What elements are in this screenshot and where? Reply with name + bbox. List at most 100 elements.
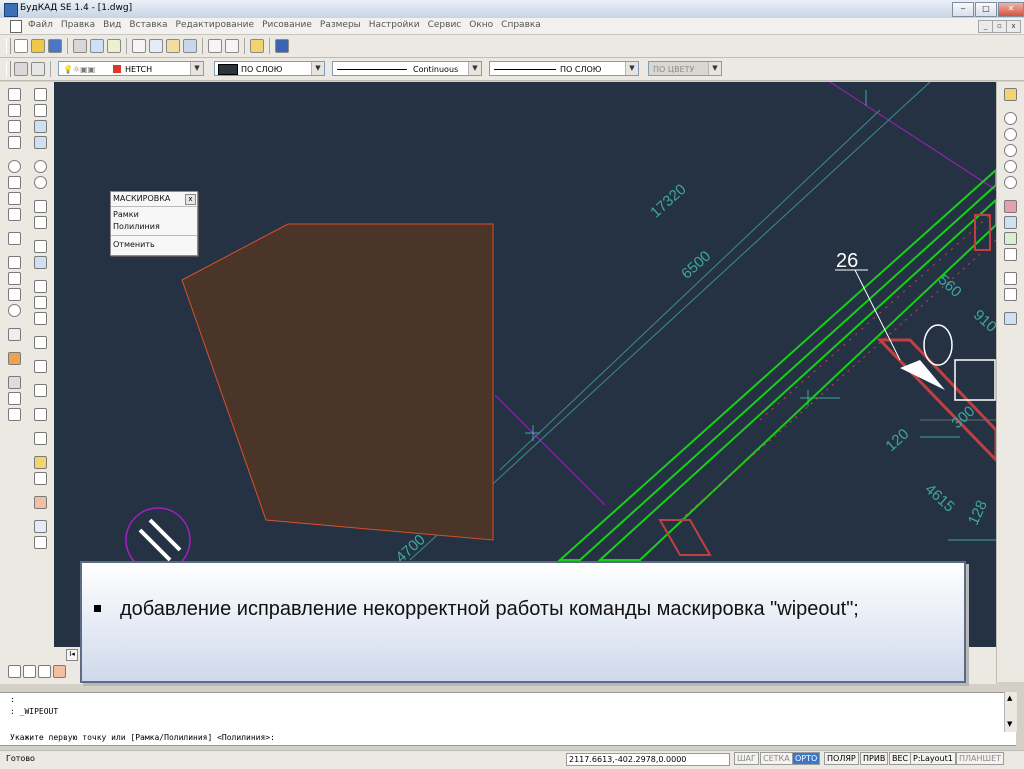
chevron-down-icon[interactable]: ▼ (190, 62, 203, 75)
menu-item-polyline[interactable]: Полилиния (113, 222, 160, 231)
burst-icon[interactable] (34, 496, 47, 509)
revcloud-icon[interactable] (8, 208, 21, 221)
layer-select[interactable]: 💡☼▣▣ HETCH ▼ (58, 61, 204, 76)
menu-item-frames[interactable]: Рамки (113, 210, 139, 219)
paste-icon[interactable] (166, 39, 180, 53)
zoom-window-icon[interactable] (1004, 144, 1017, 157)
erase-icon[interactable] (34, 120, 47, 133)
block-edit-icon[interactable] (53, 665, 66, 678)
menu-draw[interactable]: Рисование (262, 20, 312, 30)
viewports-icon[interactable] (1004, 312, 1017, 325)
extend-icon[interactable] (34, 296, 47, 309)
close-button[interactable]: ✕ (998, 2, 1024, 17)
ellipse-arc-icon[interactable] (8, 192, 21, 205)
scale-icon[interactable] (34, 216, 47, 229)
wipeout-polygon[interactable] (181, 223, 494, 541)
break-icon[interactable] (34, 312, 47, 325)
polygon-icon[interactable] (8, 272, 21, 285)
lengthen-icon[interactable] (34, 408, 47, 421)
line-icon[interactable] (8, 88, 21, 101)
doc-close-button[interactable]: x (1006, 20, 1021, 33)
table-icon[interactable] (34, 520, 47, 533)
explode-icon[interactable] (34, 384, 47, 397)
minimize-button[interactable]: ‒ (952, 2, 974, 17)
find-icon[interactable] (1004, 272, 1017, 285)
array-icon[interactable] (34, 240, 47, 253)
mirror-icon[interactable] (34, 200, 47, 213)
circle-icon[interactable] (8, 160, 21, 173)
redo-icon[interactable] (225, 39, 239, 53)
block-icon[interactable] (8, 352, 21, 365)
help-icon[interactable] (275, 39, 289, 53)
offset-icon[interactable] (34, 176, 47, 189)
match-properties-icon[interactable] (250, 39, 264, 53)
stretch-icon[interactable] (34, 256, 47, 269)
chevron-down-icon[interactable]: ▼ (625, 62, 638, 75)
region-icon[interactable] (8, 328, 21, 341)
fillet-icon[interactable] (34, 360, 47, 373)
tab-first-icon[interactable]: I◂ (66, 649, 78, 661)
rotate-icon[interactable] (34, 160, 47, 173)
close-icon[interactable]: x (185, 194, 196, 205)
save-icon[interactable] (48, 39, 62, 53)
print-icon[interactable] (73, 39, 87, 53)
layout-toggle[interactable]: P:Layout1 (910, 752, 956, 765)
linetype-select[interactable]: Continuous ▼ (332, 61, 482, 76)
command-prompt[interactable]: Укажите первую точку или [Рамка/Полилини… (0, 732, 1016, 746)
text-icon[interactable] (8, 392, 21, 405)
doc-minimize-button[interactable]: _ (978, 20, 993, 33)
polar-toggle[interactable]: ПОЛЯР (824, 752, 859, 765)
lweight-toggle[interactable]: ВЕС (889, 752, 912, 765)
doc-restore-button[interactable]: ▫ (992, 20, 1007, 33)
grid-icon[interactable] (8, 665, 21, 678)
open-folder-icon[interactable] (31, 39, 45, 53)
pencil-icon[interactable] (34, 456, 47, 469)
ellipse-icon[interactable] (8, 176, 21, 189)
polyline-icon[interactable] (8, 104, 21, 117)
osnap-toggle[interactable]: ПРИВ (860, 752, 889, 765)
hatch-icon[interactable] (8, 376, 21, 389)
layer-previous-icon[interactable] (31, 62, 45, 76)
menu-item-cancel[interactable]: Отменить (113, 240, 155, 249)
menu-tools[interactable]: Сервис (428, 20, 462, 30)
print-preview-icon[interactable] (90, 39, 104, 53)
sheet-icon[interactable] (34, 536, 47, 549)
ring-icon[interactable] (8, 304, 21, 317)
menu-view[interactable]: Вид (103, 20, 121, 30)
scroll-down-icon[interactable]: ▼ (1007, 720, 1012, 728)
zoom-in-icon[interactable] (1004, 112, 1017, 125)
toolbar-grip[interactable] (6, 61, 11, 77)
trim-icon[interactable] (34, 280, 47, 293)
table-icon[interactable] (23, 665, 36, 678)
copy-icon[interactable] (149, 39, 163, 53)
menu-file[interactable]: Файл (28, 20, 53, 30)
paste-special-icon[interactable] (183, 39, 197, 53)
edit-text-icon[interactable] (34, 472, 47, 485)
move-icon[interactable] (34, 88, 47, 101)
zoom-out-icon[interactable] (1004, 128, 1017, 141)
point-icon[interactable] (8, 232, 21, 245)
properties-icon[interactable] (34, 136, 47, 149)
menu-edit[interactable]: Правка (61, 20, 95, 30)
spline-icon[interactable] (8, 136, 21, 149)
spell-check-icon[interactable] (107, 39, 121, 53)
lineweight-select[interactable]: ПО СЛОЮ ▼ (489, 61, 639, 76)
regen-icon[interactable] (1004, 248, 1017, 261)
view-icon[interactable] (1004, 200, 1017, 213)
command-scrollbar[interactable]: ▲ ▼ (1004, 692, 1017, 732)
ortho-toggle[interactable]: ОРТО (792, 752, 821, 765)
scroll-up-icon[interactable]: ▲ (1007, 694, 1012, 702)
zoom-all-icon[interactable] (1004, 160, 1017, 173)
zoom-previous-icon[interactable] (1004, 176, 1017, 189)
copy-object-icon[interactable] (34, 104, 47, 117)
menu-dimensions[interactable]: Размеры (320, 20, 361, 30)
document-icon[interactable] (10, 20, 22, 33)
mtext-icon[interactable] (8, 408, 21, 421)
layer-manager-icon[interactable] (14, 62, 28, 76)
rectangle-icon[interactable] (8, 256, 21, 269)
menu-insert[interactable]: Вставка (129, 20, 167, 30)
shape-icon[interactable] (34, 432, 47, 445)
cut-icon[interactable] (132, 39, 146, 53)
pan-icon[interactable] (1004, 88, 1017, 101)
toolbar-grip[interactable] (6, 38, 11, 54)
